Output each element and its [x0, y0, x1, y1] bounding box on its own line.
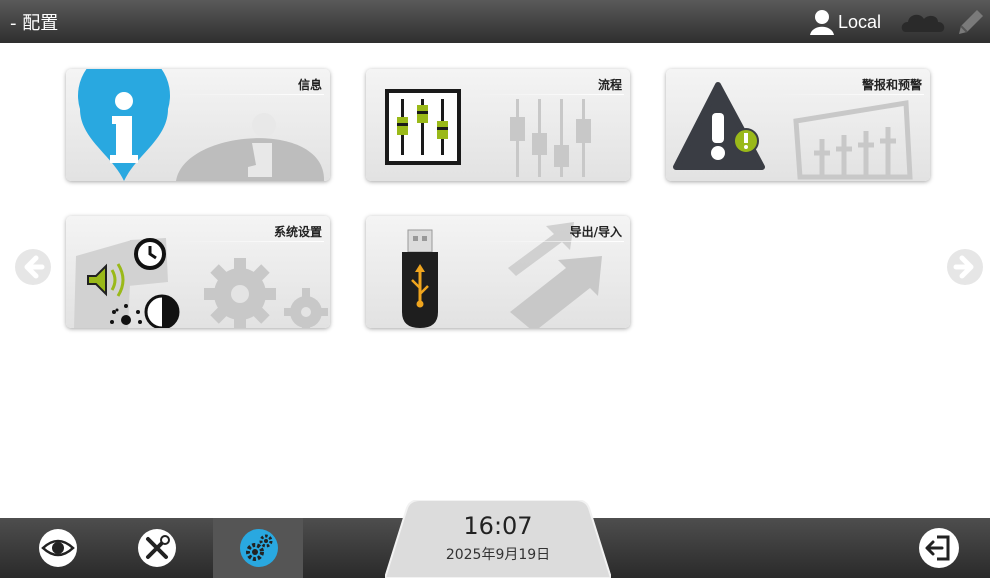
- tile-divider: [174, 241, 324, 242]
- user-icon: [810, 10, 834, 35]
- clock-panel: 16:07 2025年9月19日: [385, 500, 611, 578]
- previous-page-arrow-icon[interactable]: [14, 248, 52, 286]
- page-title: - 配置: [10, 13, 59, 34]
- tile-label: 系统设置: [273, 225, 322, 239]
- gears-icon: [240, 529, 278, 567]
- tools-icon: [138, 529, 176, 567]
- tile-label: 警报和预警: [861, 78, 922, 92]
- tile-label: 流程: [597, 78, 622, 92]
- tile-divider: [474, 241, 624, 242]
- clock-date: 2025年9月19日: [445, 547, 551, 563]
- tile-process[interactable]: 流程: [366, 69, 630, 181]
- tile-divider: [174, 94, 324, 95]
- tile-info[interactable]: 信息: [66, 69, 330, 181]
- pencil-icon[interactable]: [955, 6, 985, 38]
- clock-time: 16:07: [463, 512, 533, 540]
- tile-label: 信息: [297, 78, 322, 92]
- tile-divider: [774, 94, 924, 95]
- sliders-icon: [385, 89, 591, 177]
- tile-alarms[interactable]: 警报和预警: [666, 69, 930, 181]
- tile-system-settings[interactable]: 系统设置: [66, 216, 330, 328]
- nav-configuration-button[interactable]: [213, 518, 303, 578]
- nav-tools-button[interactable]: [111, 518, 201, 578]
- user-indicator[interactable]: Local: [808, 8, 881, 36]
- cloud-icon[interactable]: [900, 10, 948, 34]
- tile-export-import[interactable]: 导出/导入: [366, 216, 630, 328]
- user-label: Local: [838, 11, 882, 32]
- next-page-arrow-icon[interactable]: [946, 248, 984, 286]
- tile-divider: [474, 94, 624, 95]
- logout-icon[interactable]: [918, 527, 960, 569]
- top-bar: - 配置 Local: [0, 0, 990, 43]
- tile-label: 导出/导入: [569, 225, 622, 239]
- info-icon: [78, 69, 325, 181]
- nav-view-button[interactable]: [12, 518, 102, 578]
- eye-icon: [39, 529, 77, 567]
